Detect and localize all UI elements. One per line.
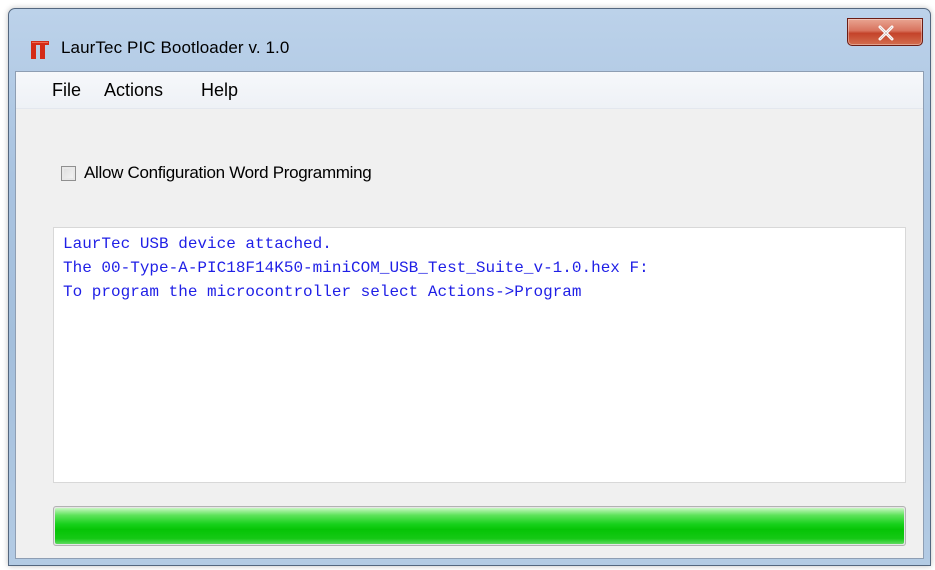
close-button[interactable] <box>847 18 923 46</box>
log-line: To program the microcontroller select Ac… <box>63 283 582 301</box>
log-line: The 00-Type-A-PIC18F14K50-miniCOM_USB_Te… <box>63 259 649 277</box>
title-bar[interactable]: LaurTec PIC Bootloader v. 1.0 <box>9 9 930 71</box>
log-output[interactable]: LaurTec USB device attached. The 00-Type… <box>53 227 906 483</box>
laurtec-logo-icon[interactable] <box>31 41 49 59</box>
config-word-checkbox[interactable] <box>61 166 76 181</box>
app-window: LaurTec PIC Bootloader v. 1.0 File Actio… <box>8 8 931 566</box>
menu-bar: File Actions Help <box>16 72 923 109</box>
window-title: LaurTec PIC Bootloader v. 1.0 <box>61 38 290 57</box>
progress-bar <box>53 506 906 546</box>
log-line: LaurTec USB device attached. <box>63 235 332 253</box>
menu-actions[interactable]: Actions <box>102 80 165 101</box>
menu-help[interactable]: Help <box>199 80 240 101</box>
client-area: File Actions Help Allow Configuration Wo… <box>15 71 924 559</box>
close-x-icon <box>878 25 894 41</box>
progress-bar-fill <box>55 508 904 544</box>
menu-file[interactable]: File <box>50 80 83 101</box>
config-word-label[interactable]: Allow Configuration Word Programming <box>84 163 372 183</box>
